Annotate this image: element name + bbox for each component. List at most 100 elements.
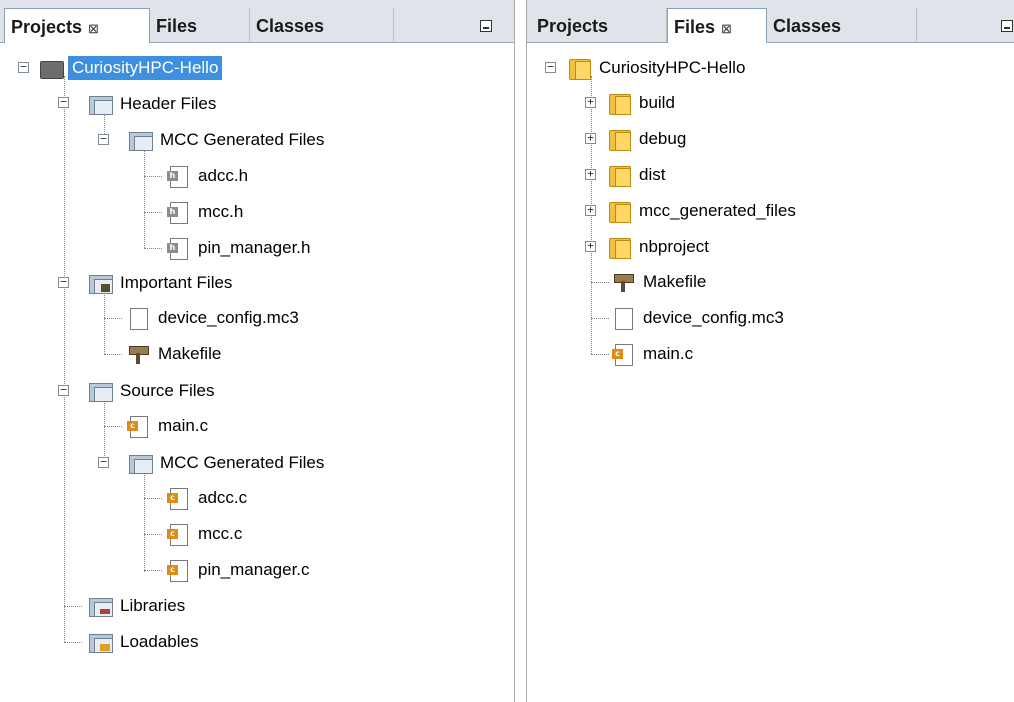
tab-projects[interactable]: Projects — [531, 8, 667, 42]
tab-files[interactable]: Files — [150, 8, 250, 42]
c-source-file-icon: c — [166, 523, 190, 546]
folder-icon — [607, 128, 631, 151]
tree-guide-line — [104, 292, 105, 354]
tree-item-label: mcc.h — [198, 202, 244, 221]
tree-item-loadables[interactable]: Loadables — [88, 629, 198, 655]
header-file-icon: h — [166, 165, 190, 188]
tree-item-libraries[interactable]: Libraries — [88, 593, 185, 619]
tree-item-mcc-generated-c[interactable]: MCC Generated Files — [128, 450, 324, 476]
tree-branch-line — [591, 318, 609, 319]
expand-dist-icon[interactable]: + — [585, 168, 596, 180]
tree-item-label: MCC Generated Files — [160, 130, 325, 149]
header-file-icon: h — [166, 201, 190, 224]
c-source-file-icon: c — [166, 487, 190, 510]
collapse-mcc-c-icon[interactable]: − — [98, 456, 109, 468]
tree-item-project-root[interactable]: CuriosityHPC-Hello — [567, 55, 745, 81]
folder-icon — [607, 92, 631, 115]
logical-folder-icon — [128, 129, 153, 151]
tree-item-label: device_config.mc3 — [643, 308, 784, 327]
tree-item-adcc-c[interactable]: c adcc.c — [166, 485, 247, 511]
collapse-header-files-icon[interactable]: − — [58, 96, 69, 108]
tree-item-mcc-generated-files[interactable]: mcc_generated_files — [607, 198, 796, 224]
tree-item-label: dist — [639, 165, 666, 184]
tree-item-label: adcc.c — [198, 488, 248, 507]
tab-close-icon[interactable]: ⊠ — [721, 21, 732, 36]
collapse-mcc-h-icon[interactable]: − — [98, 133, 109, 145]
tree-item-mcc-generated-h[interactable]: MCC Generated Files — [128, 127, 324, 153]
tree-item-main-c[interactable]: c main.c — [126, 413, 208, 439]
tree-branch-line — [144, 498, 162, 499]
tree-item-label: Header Files — [120, 94, 217, 113]
minimize-window-icon[interactable] — [480, 20, 492, 32]
chip-project-icon — [40, 60, 64, 79]
tab-classes-label: Classes — [773, 16, 842, 36]
tree-branch-line — [104, 426, 122, 427]
tree-item-main-c[interactable]: c main.c — [611, 341, 693, 367]
tree-item-project-root[interactable]: CuriosityHPC-Hello — [40, 55, 223, 81]
tree-item-device-config[interactable]: device_config.mc3 — [611, 305, 784, 331]
expand-build-icon[interactable]: + — [585, 96, 596, 108]
tree-item-label: Loadables — [120, 632, 199, 651]
left-tab-bar: Projects ⊠ Files Classes — [0, 0, 514, 43]
tab-projects[interactable]: Projects ⊠ — [4, 8, 150, 43]
tab-projects-label: Projects — [537, 16, 609, 36]
tree-item-pin-manager-h[interactable]: h pin_manager.h — [166, 235, 310, 261]
tree-item-label: main.c — [158, 416, 209, 435]
tab-classes[interactable]: Classes — [767, 8, 917, 42]
file-icon — [611, 307, 635, 330]
tree-item-mcc-c[interactable]: c mcc.c — [166, 521, 242, 547]
tree-guide-line — [144, 472, 145, 572]
tree-item-source-files[interactable]: Source Files — [88, 378, 214, 404]
makefile-hammer-icon — [126, 343, 150, 365]
tree-branch-line — [104, 318, 122, 319]
tree-item-label: build — [639, 93, 675, 112]
files-panel: Projects Files ⊠ Classes − + + + + + Curi… — [526, 0, 1014, 702]
loadables-folder-icon — [88, 631, 113, 653]
tree-item-label: pin_manager.c — [198, 560, 310, 579]
tree-guide-line — [144, 148, 145, 248]
tree-item-build[interactable]: build — [607, 90, 675, 116]
projects-panel: Projects ⊠ Files Classes − − − − − − Curi… — [0, 0, 515, 702]
tree-item-device-config[interactable]: device_config.mc3 — [126, 305, 299, 331]
c-source-file-icon: c — [611, 343, 635, 366]
tab-files[interactable]: Files ⊠ — [667, 8, 767, 43]
tree-item-mcc-h[interactable]: h mcc.h — [166, 199, 243, 225]
tab-classes[interactable]: Classes — [250, 8, 394, 42]
collapse-root-icon[interactable]: − — [545, 61, 556, 73]
tree-branch-line — [64, 606, 82, 607]
tree-item-label: nbproject — [639, 237, 709, 256]
header-file-icon: h — [166, 237, 190, 260]
tree-item-label: MCC Generated Files — [160, 453, 325, 472]
tree-item-nbproject[interactable]: nbproject — [607, 234, 709, 260]
important-folder-icon — [88, 272, 113, 294]
tree-branch-line — [591, 282, 609, 283]
tab-classes-label: Classes — [256, 16, 325, 36]
collapse-important-files-icon[interactable]: − — [58, 276, 69, 288]
tab-files-label: Files — [674, 17, 716, 37]
tree-branch-line — [144, 534, 162, 535]
expand-nbproject-icon[interactable]: + — [585, 240, 596, 252]
tree-item-adcc-h[interactable]: h adcc.h — [166, 163, 248, 189]
tree-item-important-files[interactable]: Important Files — [88, 270, 232, 296]
minimize-window-icon[interactable] — [1001, 20, 1013, 32]
expand-debug-icon[interactable]: + — [585, 132, 596, 144]
tree-branch-line — [104, 354, 122, 355]
tree-item-debug[interactable]: debug — [607, 126, 686, 152]
tab-close-icon[interactable]: ⊠ — [88, 21, 99, 36]
logical-folder-icon — [88, 93, 113, 115]
tree-item-label: Makefile — [158, 344, 222, 363]
expand-mcc-generated-files-icon[interactable]: + — [585, 204, 596, 216]
tree-item-makefile[interactable]: Makefile — [611, 269, 706, 295]
tree-item-dist[interactable]: dist — [607, 162, 665, 188]
tree-item-label: Source Files — [120, 381, 215, 400]
c-source-file-icon: c — [166, 559, 190, 582]
tree-item-header-files[interactable]: Header Files — [88, 91, 216, 117]
collapse-source-files-icon[interactable]: − — [58, 384, 69, 396]
tree-branch-line — [144, 570, 162, 571]
tree-item-pin-manager-c[interactable]: c pin_manager.c — [166, 557, 310, 583]
tree-item-makefile[interactable]: Makefile — [126, 341, 221, 367]
file-icon — [126, 307, 150, 330]
tree-item-label: mcc.c — [198, 524, 243, 543]
collapse-root-icon[interactable]: − — [18, 61, 29, 73]
folder-icon — [567, 57, 591, 80]
